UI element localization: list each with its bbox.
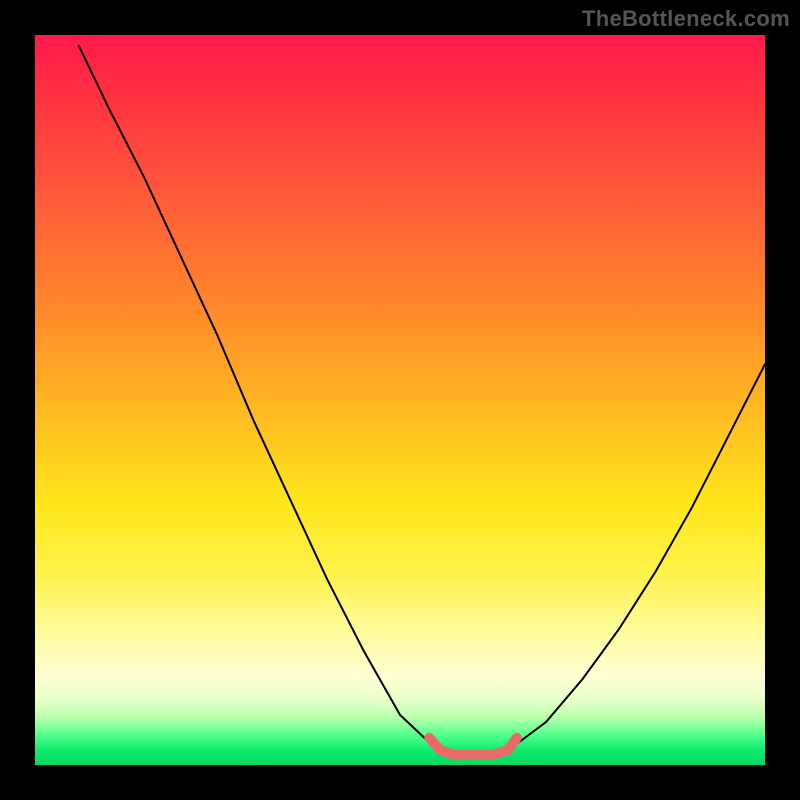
watermark-text: TheBottleneck.com [582,6,790,32]
optimal-range-highlight [429,738,517,755]
curve-layer [35,35,765,765]
plot-area [35,35,765,765]
bottleneck-curve [79,46,765,755]
chart-frame: TheBottleneck.com [0,0,800,800]
